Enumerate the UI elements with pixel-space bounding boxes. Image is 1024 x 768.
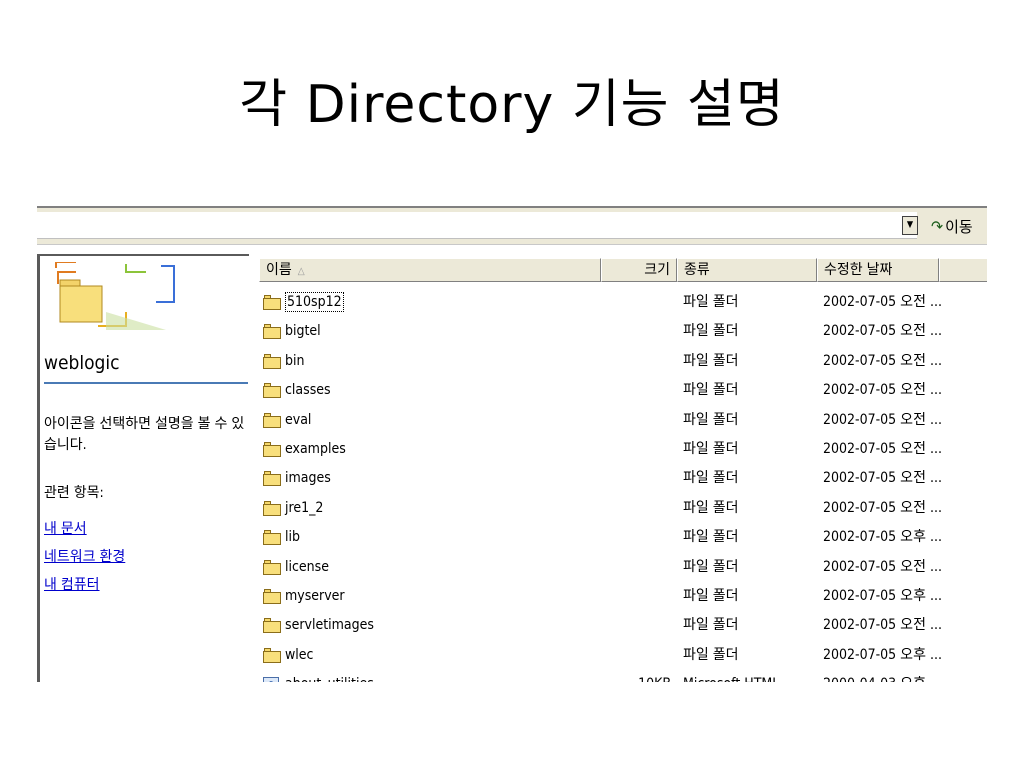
column-header-name-label: 이름 [266, 262, 292, 278]
file-name: examples [285, 440, 346, 457]
file-row[interactable]: myserver 파일 폴더 2002-07-05 오후 ... [259, 582, 987, 611]
file-size: 10KB [601, 670, 671, 682]
folder-icon [263, 441, 281, 457]
column-header-date[interactable]: 수정한 날짜 [817, 258, 939, 282]
file-date: 2002-07-05 오전 ... [823, 440, 942, 457]
sort-ascending-icon: △ [297, 266, 305, 277]
html-file-icon: e [263, 677, 281, 682]
file-name: eval [285, 411, 312, 428]
column-header-empty[interactable] [939, 258, 987, 282]
chevron-down-icon: ▼ [906, 220, 914, 230]
link-my-computer[interactable]: 내 컴퓨터 [44, 574, 100, 594]
file-type: 파일 폴더 [683, 382, 739, 399]
folder-icon [263, 588, 281, 604]
file-row[interactable]: eval 파일 폴더 2002-07-05 오전 ... [259, 406, 987, 435]
address-bar: ▼ ↷ 이동 [37, 206, 987, 244]
file-type: 파일 폴더 [683, 617, 739, 634]
file-name: lib [285, 529, 300, 546]
column-header-size[interactable]: 크기 [601, 258, 677, 282]
file-type: 파일 폴더 [683, 646, 739, 663]
divider [37, 244, 987, 252]
file-type: 파일 폴더 [683, 352, 739, 369]
file-type: 파일 폴더 [683, 470, 739, 487]
folder-icon [263, 412, 281, 428]
folder-icon [263, 383, 281, 399]
file-row[interactable]: images 파일 폴더 2002-07-05 오전 ... [259, 464, 987, 493]
column-header-name[interactable]: 이름 △ [259, 258, 601, 282]
file-name: bin [285, 352, 305, 369]
file-name: images [285, 470, 331, 487]
address-input[interactable] [37, 212, 917, 239]
file-name: servletimages [285, 617, 374, 634]
file-date: 2002-07-05 오전 ... [823, 382, 942, 399]
file-name: about_utilities [285, 670, 374, 682]
pane-title: weblogic [44, 352, 120, 374]
related-heading: 관련 항목: [44, 485, 104, 501]
folder-icon [263, 295, 281, 310]
file-row[interactable]: jre1_2 파일 폴더 2002-07-05 오전 ... [259, 494, 987, 523]
file-row[interactable]: lib 파일 폴더 2002-07-05 오후 ... [259, 523, 987, 552]
file-type: 파일 폴더 [683, 587, 739, 604]
file-type: 파일 폴더 [683, 440, 739, 457]
file-date: 2002-07-05 오전 ... [823, 323, 942, 340]
file-date: 2002-07-05 오전 ... [823, 558, 942, 575]
column-header-type[interactable]: 종류 [677, 258, 817, 282]
file-row[interactable]: 510sp12 파일 폴더 2002-07-05 오전 ... [259, 288, 987, 317]
folder-icon [263, 559, 281, 575]
folder-icon [263, 530, 281, 546]
file-date: 2000-04-03 오후 ... [823, 670, 942, 682]
file-name: 510sp12 [285, 292, 344, 312]
file-type: 파일 폴더 [683, 323, 739, 340]
folder-icon [263, 647, 281, 663]
folder-icon [263, 471, 281, 487]
file-name: myserver [285, 587, 345, 604]
file-date: 2002-07-05 오후 ... [823, 587, 942, 604]
file-name: classes [285, 382, 331, 399]
address-dropdown-button[interactable]: ▼ [902, 216, 918, 235]
file-date: 2002-07-05 오전 ... [823, 499, 942, 516]
file-date: 2002-07-05 오후 ... [823, 646, 942, 663]
file-row[interactable]: servletimages 파일 폴더 2002-07-05 오전 ... [259, 611, 987, 640]
file-type: 파일 폴더 [683, 558, 739, 575]
go-button-label: 이동 [945, 217, 973, 236]
file-row[interactable]: bin 파일 폴더 2002-07-05 오전 ... [259, 347, 987, 376]
task-pane: weblogic 아이콘을 선택하면 설명을 볼 수 있습니다. 관련 항목: … [37, 254, 249, 682]
file-type: 파일 폴더 [683, 294, 739, 310]
file-name: wlec [285, 646, 314, 663]
file-rows: 510sp12 파일 폴더 2002-07-05 오전 ... bigtel 파일 폴더… [259, 288, 987, 682]
file-type: Microsoft HTML [683, 670, 779, 682]
file-date: 2002-07-05 오전 ... [823, 411, 942, 428]
pane-description: 아이콘을 선택하면 설명을 볼 수 있습니다. [44, 416, 245, 453]
link-my-documents[interactable]: 내 문서 [44, 518, 87, 538]
file-type: 파일 폴더 [683, 529, 739, 546]
file-row[interactable]: e about_utilities 10KB Microsoft HTML 2000-0… [259, 670, 987, 682]
folder-icon [263, 324, 281, 340]
folder-icon [263, 618, 281, 634]
file-date: 2002-07-05 오전 ... [823, 352, 942, 369]
file-name: jre1_2 [285, 499, 324, 516]
divider [44, 382, 248, 384]
file-name: bigtel [285, 323, 321, 340]
go-button[interactable]: ↷ 이동 [931, 213, 985, 239]
explorer-window: ▼ ↷ 이동 weblogic 아이콘을 선택하면 설명을 볼 수 있습니다. … [37, 206, 987, 682]
folder-illustration-icon [55, 262, 175, 330]
file-type: 파일 폴더 [683, 499, 739, 516]
file-date: 2002-07-05 오전 ... [823, 294, 942, 310]
file-date: 2002-07-05 오전 ... [823, 617, 942, 634]
file-name: license [285, 558, 329, 575]
file-row[interactable]: license 파일 폴더 2002-07-05 오전 ... [259, 553, 987, 582]
file-row[interactable]: bigtel 파일 폴더 2002-07-05 오전 ... [259, 317, 987, 346]
slide-title: 각 Directory 기능 설명 [239, 75, 785, 135]
file-row[interactable]: examples 파일 폴더 2002-07-05 오전 ... [259, 435, 987, 464]
file-row[interactable]: classes 파일 폴더 2002-07-05 오전 ... [259, 376, 987, 405]
file-type: 파일 폴더 [683, 411, 739, 428]
file-row[interactable]: wlec 파일 폴더 2002-07-05 오후 ... [259, 641, 987, 670]
folder-icon [263, 500, 281, 516]
link-network-places[interactable]: 네트워크 환경 [44, 546, 125, 566]
file-list: 이름 △ 크기 종류 수정한 날짜 510sp12 파일 폴더 2002-07-05 … [259, 258, 987, 682]
folder-icon [263, 353, 281, 369]
file-date: 2002-07-05 오후 ... [823, 529, 942, 546]
file-date: 2002-07-05 오전 ... [823, 470, 942, 487]
go-arrow-icon: ↷ [931, 216, 944, 236]
